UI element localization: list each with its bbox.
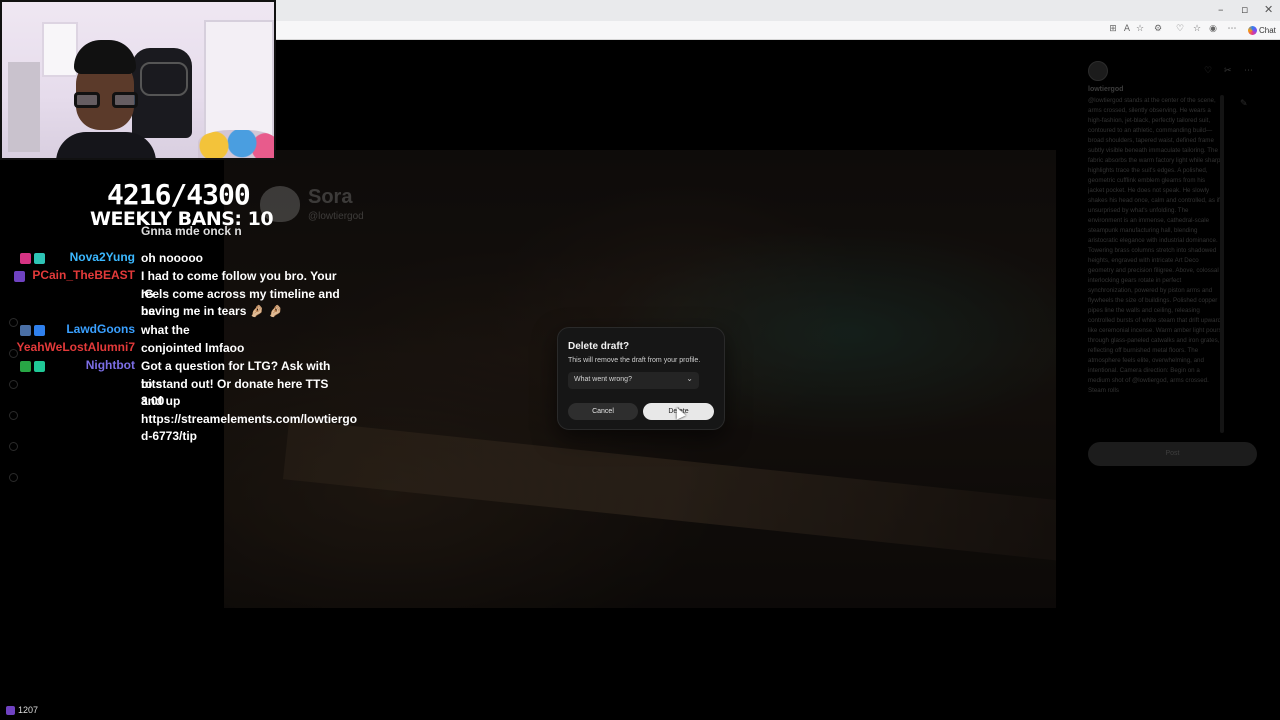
webcam-overlay <box>0 0 276 160</box>
chat-badges <box>20 361 45 372</box>
badge-icon <box>20 361 31 372</box>
chat-username[interactable]: Nova2Yung <box>70 250 135 264</box>
viewer-count: 1207 <box>6 705 38 715</box>
chat-message-text: oh nooooo <box>141 251 203 265</box>
prompt-scrollbar[interactable] <box>1220 95 1224 433</box>
profile-icon[interactable]: ◉ <box>1208 24 1218 34</box>
badge-icon <box>14 271 25 282</box>
browser-essentials-icon[interactable]: ♡ <box>1175 24 1185 34</box>
draft-username: lowtiergod <box>1088 86 1124 93</box>
minimize-icon[interactable]: – <box>1218 3 1224 16</box>
dialog-subtitle: This will remove the draft from your pro… <box>568 357 701 364</box>
chat-badges <box>14 271 25 282</box>
badge-icon <box>20 253 31 264</box>
sora-watermark-handle: @lowtiergod <box>308 211 364 222</box>
copilot-chat-button[interactable]: Chat <box>1245 23 1279 37</box>
cancel-button[interactable]: Cancel <box>568 403 638 420</box>
chevron-down-icon: ⌄ <box>686 374 693 383</box>
chat-message-text[interactable]: https://streamelements.com/lowtiergo <box>141 411 357 429</box>
more-options-icon[interactable]: ⋯ <box>1244 66 1253 76</box>
maximize-icon[interactable]: ▫ <box>1241 3 1248 16</box>
badge-icon <box>34 325 45 336</box>
delete-draft-dialog: Delete draft? This will remove the draft… <box>557 327 725 430</box>
chat-badges <box>20 325 45 336</box>
copilot-icon <box>1248 25 1257 35</box>
reason-select[interactable]: What went wrong? ⌄ <box>568 372 699 389</box>
extensions-icon[interactable]: ⚙ <box>1153 24 1163 34</box>
chat-username[interactable]: Nightbot <box>86 358 135 372</box>
badge-icon <box>34 361 45 372</box>
viewers-icon <box>6 705 15 715</box>
copilot-chat-label: Chat <box>1259 25 1276 35</box>
prompt-text: @lowtiergod stands at the center of the … <box>1088 97 1222 394</box>
draft-details-panel: ♡ ✂ ⋯ lowtiergod @lowtiergod stands at t… <box>1080 55 1275 485</box>
more-options-icon[interactable]: ⋯ <box>1227 24 1237 34</box>
chat-message-text: conjointed lmfaoo <box>141 341 245 355</box>
sora-brand-name: Sora <box>308 186 353 208</box>
ban-counter: 4216/4300 <box>107 178 251 211</box>
chat-username[interactable]: PCain_TheBEAST <box>32 268 135 282</box>
chat-badges <box>20 253 45 264</box>
heart-icon[interactable]: ♡ <box>1204 66 1212 76</box>
apps-icon[interactable]: ⊞ <box>1108 24 1118 34</box>
chat-message-text: what the <box>141 323 190 337</box>
post-button[interactable]: Post <box>1088 442 1257 466</box>
reason-select-value: What went wrong? <box>574 376 632 383</box>
chat-message-text: having me in tears 🤌🏼 🤌🏼 <box>141 304 283 319</box>
viewer-count-value: 1207 <box>18 705 39 715</box>
badge-icon <box>34 253 45 264</box>
sora-watermark: Sora @lowtiergod <box>260 186 364 222</box>
room-shelf <box>8 62 40 152</box>
chat-partial-message: Gnna mde onck n <box>141 226 242 236</box>
chat-message-text: and up <box>141 394 181 409</box>
chat-username[interactable]: YeahWeLostAlumni7 <box>17 340 135 354</box>
chat-username[interactable]: LawdGoons <box>66 322 135 336</box>
read-aloud-icon[interactable]: A <box>1122 24 1132 34</box>
chat-side-icons <box>9 318 21 504</box>
dialog-title: Delete draft? <box>568 341 630 352</box>
scissors-icon[interactable]: ✂ <box>1224 66 1232 76</box>
chat-message-text: d-6773/tip <box>141 429 198 444</box>
favorite-star-icon[interactable]: ☆ <box>1135 24 1145 34</box>
favorites-icon[interactable]: ☆ <box>1192 24 1202 34</box>
close-window-icon[interactable]: ✕ <box>1264 3 1273 16</box>
badge-icon <box>20 325 31 336</box>
streamer <box>56 40 156 158</box>
plush-toys <box>198 130 274 158</box>
avatar[interactable] <box>1088 61 1108 81</box>
edit-pencil-icon[interactable]: ✎ <box>1240 99 1248 109</box>
